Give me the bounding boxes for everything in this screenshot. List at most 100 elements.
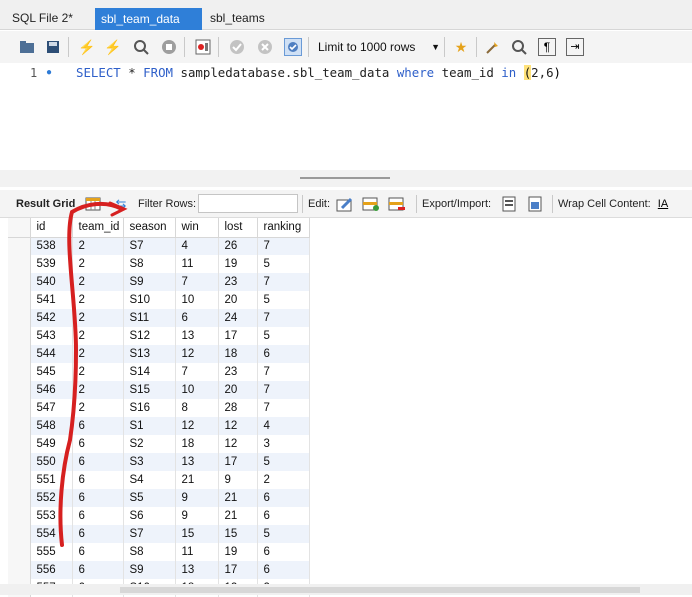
table-cell-id[interactable]: 545 [30,363,73,381]
table-row[interactable]: 542 2 S11 6 24 7 [8,309,310,327]
table-cell-id[interactable]: 540 [30,273,73,291]
row-header[interactable] [8,381,31,399]
table-row[interactable]: 553 6 S6 9 21 6 [8,507,310,525]
table-cell-ranking[interactable]: 7 [257,399,310,417]
row-header[interactable] [8,399,31,417]
refresh-icon[interactable]: ⇆ [112,196,130,212]
table-cell-season[interactable]: S3 [123,453,176,471]
execute-current-icon[interactable]: ⚡ [104,38,122,56]
table-row[interactable]: 554 6 S7 15 15 5 [8,525,310,543]
table-cell-lost[interactable]: 23 [218,273,258,291]
toggle-errors-icon[interactable] [194,38,212,56]
table-cell-id[interactable]: 553 [30,507,73,525]
table-cell-win[interactable]: 8 [175,399,219,417]
table-cell-lost[interactable]: 12 [218,435,258,453]
table-cell-ranking[interactable]: 7 [257,363,310,381]
table-cell-lost[interactable]: 24 [218,309,258,327]
table-cell-win[interactable]: 6 [175,309,219,327]
row-header[interactable] [8,435,31,453]
table-cell-season[interactable]: S16 [123,399,176,417]
row-header[interactable] [8,291,31,309]
table-row[interactable]: 539 2 S8 11 19 5 [8,255,310,273]
row-header[interactable] [8,471,31,489]
column-header[interactable]: ranking [257,218,310,238]
table-cell-win[interactable]: 15 [175,525,219,543]
table-cell-season[interactable]: S15 [123,381,176,399]
find-icon[interactable] [510,38,528,56]
column-header[interactable]: win [175,218,219,238]
row-header[interactable] [8,507,31,525]
table-cell-season[interactable]: S13 [123,345,176,363]
table-row[interactable]: 540 2 S9 7 23 7 [8,273,310,291]
row-header[interactable] [8,417,31,435]
open-folder-icon[interactable] [18,38,36,56]
table-cell-ranking[interactable]: 6 [257,345,310,363]
table-cell-win[interactable]: 13 [175,561,219,579]
column-header[interactable]: team_id [72,218,124,238]
row-header[interactable] [8,237,31,255]
table-cell-id[interactable]: 539 [30,255,73,273]
table-cell-win[interactable]: 11 [175,255,219,273]
table-cell-team-id[interactable]: 2 [72,255,124,273]
row-header[interactable] [8,489,31,507]
horizontal-scrollbar[interactable] [120,587,640,593]
table-cell-lost[interactable]: 19 [218,543,258,561]
table-row[interactable]: 552 6 S5 9 21 6 [8,489,310,507]
splitter-grip[interactable] [300,177,390,179]
table-cell-lost[interactable]: 15 [218,525,258,543]
table-cell-season[interactable]: S9 [123,273,176,291]
table-cell-ranking[interactable]: 5 [257,255,310,273]
table-cell-ranking[interactable]: 7 [257,309,310,327]
row-header[interactable] [8,453,31,471]
table-cell-win[interactable]: 7 [175,363,219,381]
tab-sbl-team-data[interactable]: sbl_team_data × [95,8,202,49]
table-cell-id[interactable]: 544 [30,345,73,363]
row-header[interactable] [8,543,31,561]
table-cell-lost[interactable]: 21 [218,507,258,525]
table-row[interactable]: 549 6 S2 18 12 3 [8,435,310,453]
table-cell-lost[interactable]: 17 [218,327,258,345]
table-cell-lost[interactable]: 21 [218,489,258,507]
table-row[interactable]: 541 2 S10 10 20 5 [8,291,310,309]
invisible-chars-icon[interactable]: ¶ [538,38,556,56]
table-row[interactable]: 546 2 S15 10 20 7 [8,381,310,399]
table-cell-team-id[interactable]: 6 [72,489,124,507]
table-cell-team-id[interactable]: 6 [72,507,124,525]
table-cell-season[interactable]: S8 [123,255,176,273]
table-row[interactable]: 548 6 S1 12 12 4 [8,417,310,435]
table-cell-lost[interactable]: 19 [218,255,258,273]
table-row[interactable]: 555 6 S8 11 19 6 [8,543,310,561]
table-cell-id[interactable]: 548 [30,417,73,435]
table-cell-team-id[interactable]: 6 [72,417,124,435]
autocommit-icon[interactable] [284,38,302,56]
table-cell-win[interactable]: 9 [175,507,219,525]
sql-statement[interactable]: SELECT * FROM sampledatabase.sbl_team_da… [76,65,561,80]
delete-row-icon[interactable] [388,196,406,212]
table-cell-season[interactable]: S8 [123,543,176,561]
stop-icon[interactable] [160,38,178,56]
table-cell-ranking[interactable]: 5 [257,291,310,309]
table-cell-win[interactable]: 10 [175,291,219,309]
table-cell-team-id[interactable]: 2 [72,291,124,309]
edit-cell-icon[interactable] [336,196,354,212]
table-cell-lost[interactable]: 28 [218,399,258,417]
table-cell-id[interactable]: 547 [30,399,73,417]
table-cell-id[interactable]: 538 [30,237,73,255]
table-cell-lost[interactable]: 17 [218,453,258,471]
result-table[interactable]: id team_id season win lost ranking 538 2 S… [8,218,310,597]
table-cell-team-id[interactable]: 6 [72,525,124,543]
table-cell-team-id[interactable]: 6 [72,561,124,579]
table-cell-ranking[interactable]: 7 [257,237,310,255]
table-cell-ranking[interactable]: 2 [257,471,310,489]
table-cell-win[interactable]: 21 [175,471,219,489]
table-cell-ranking[interactable]: 5 [257,525,310,543]
table-cell-team-id[interactable]: 2 [72,237,124,255]
table-cell-ranking[interactable]: 6 [257,561,310,579]
table-cell-season[interactable]: S14 [123,363,176,381]
table-cell-id[interactable]: 546 [30,381,73,399]
table-cell-season[interactable]: S7 [123,237,176,255]
table-cell-season[interactable]: S5 [123,489,176,507]
table-cell-ranking[interactable]: 7 [257,381,310,399]
table-cell-ranking[interactable]: 6 [257,543,310,561]
tab-sql-file-2[interactable]: SQL File 2* [6,7,79,30]
